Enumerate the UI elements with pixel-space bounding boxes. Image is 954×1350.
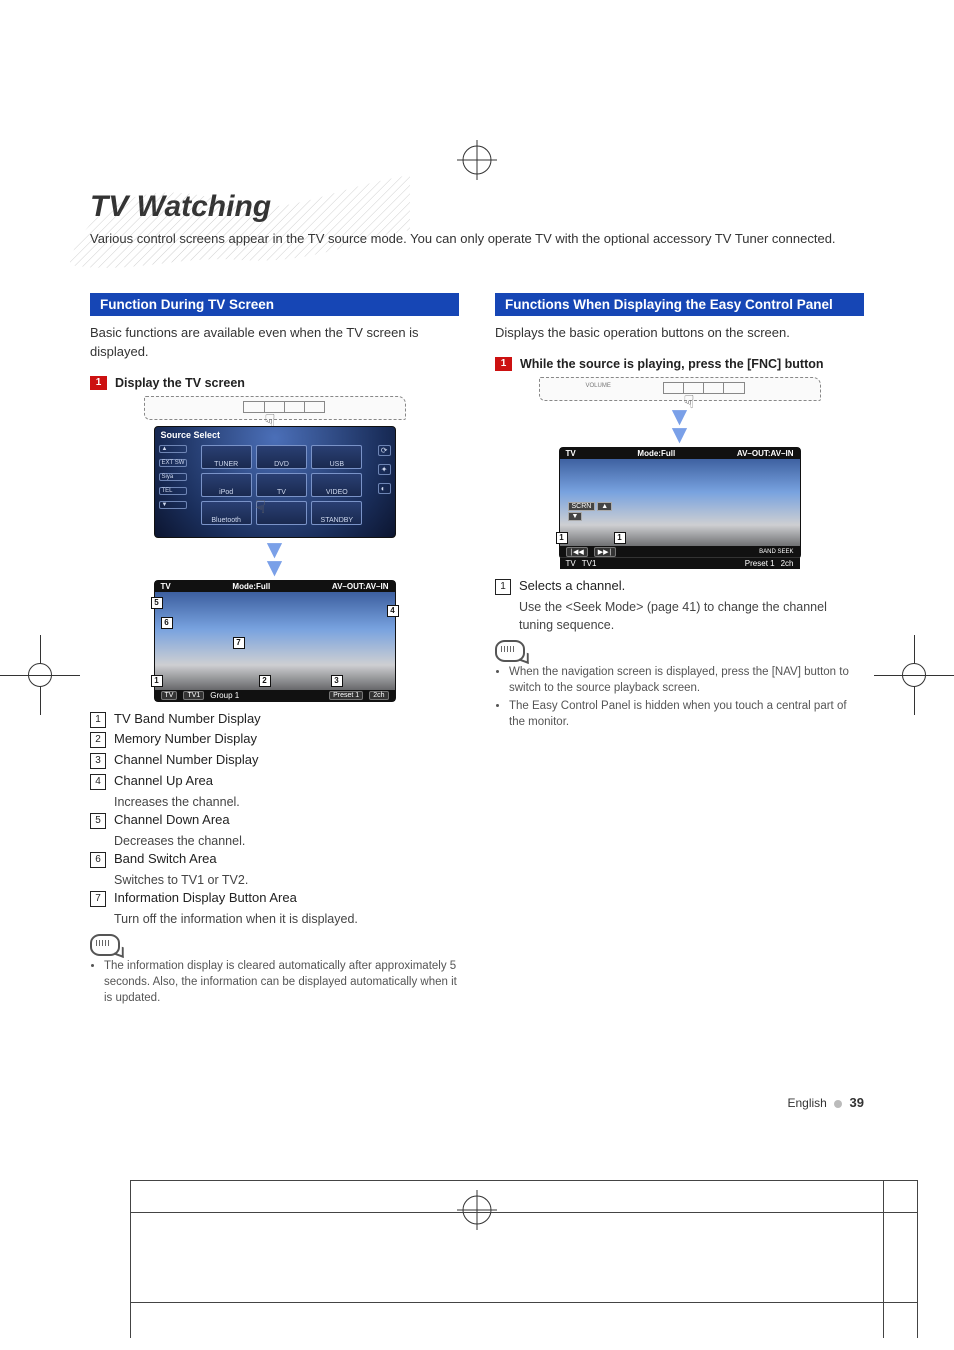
easy-control-screen: TV Mode:Full AV–OUT:AV–IN SCRN ▲ ▼ 1 1 ∣…	[559, 447, 801, 559]
column-right: Functions When Displaying the Easy Contr…	[495, 293, 864, 1014]
down-arrow-icon: ▼▼	[90, 540, 459, 576]
tv-screen-annotated: TV Mode:Full AV–OUT:AV–IN 5 6 4 7 1 2 3 …	[154, 580, 396, 702]
crop-mark-bottom	[457, 1190, 497, 1230]
callout-1b: 1	[614, 532, 626, 544]
page-title: TV Watching	[90, 190, 864, 224]
hand-icon: ☟	[684, 392, 695, 413]
left-step1-label: Display the TV screen	[115, 376, 245, 390]
hand-icon: ☟	[255, 497, 266, 518]
print-guides	[0, 1150, 954, 1350]
callout-2: 2	[259, 675, 271, 687]
callout-6: 6	[161, 617, 173, 629]
source-cell: VIDEO	[311, 473, 362, 497]
column-left: Function During TV Screen Basic function…	[90, 293, 459, 1014]
right-notes: When the navigation screen is displayed,…	[495, 664, 864, 730]
down-arrow-icon: ▼▼	[495, 407, 864, 443]
scrn-buttons: SCRN ▲ ▼	[568, 502, 613, 522]
faceplate-illustration: VOLUME ☟	[539, 377, 821, 401]
callout-1: 1	[151, 675, 163, 687]
right-step1-head: 1 While the source is playing, press the…	[495, 357, 864, 371]
callout-1: 1	[556, 532, 568, 544]
step-number-icon: 1	[495, 357, 512, 371]
left-note: The information display is cleared autom…	[90, 958, 459, 1006]
source-cell: USB	[311, 445, 362, 469]
note-icon	[90, 934, 120, 956]
source-cell: STANDBY	[311, 501, 362, 525]
right-step1-label: While the source is playing, press the […	[520, 357, 824, 371]
page-intro: Various control screens appear in the TV…	[90, 230, 864, 249]
callout-5: 5	[151, 597, 163, 609]
page-footer: English 39	[787, 1095, 864, 1110]
section-bar-right: Functions When Displaying the Easy Contr…	[495, 293, 864, 316]
registration-right	[874, 635, 954, 715]
source-select-title: Source Select	[155, 427, 395, 443]
step-number-icon: 1	[90, 376, 107, 390]
crop-mark-top	[457, 140, 497, 180]
right-annotation-list: 1Selects a channel. Use the <Seek Mode> …	[495, 577, 864, 634]
left-annotation-list: 1TV Band Number Display 2Memory Number D…	[90, 710, 459, 928]
callout-7: 7	[233, 637, 245, 649]
source-select-screen: Source Select ▲ EXT SW Siya TEL ▼ TUNER …	[154, 426, 396, 538]
left-body: Basic functions are available even when …	[90, 324, 459, 362]
source-cell: Bluetooth	[201, 501, 252, 525]
section-bar-left: Function During TV Screen	[90, 293, 459, 316]
left-step1-head: 1 Display the TV screen	[90, 376, 459, 390]
faceplate-illustration: ☟	[144, 396, 406, 420]
source-cell: TUNER	[201, 445, 252, 469]
source-cell: DVD	[256, 445, 307, 469]
source-cell: iPod	[201, 473, 252, 497]
source-cell: TV	[256, 473, 307, 497]
title-hatching	[60, 170, 420, 280]
footer-dot-icon	[834, 1100, 842, 1108]
registration-left	[0, 635, 80, 715]
right-body: Displays the basic operation buttons on …	[495, 324, 864, 343]
callout-3: 3	[331, 675, 343, 687]
note-icon	[495, 640, 525, 662]
callout-4: 4	[387, 605, 399, 617]
